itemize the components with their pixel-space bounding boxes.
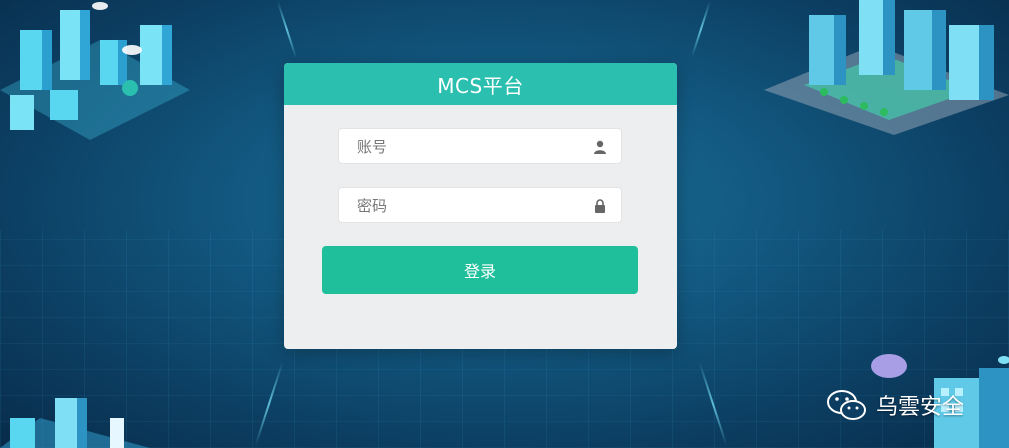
wechat-icon [827,390,866,420]
password-input[interactable] [355,188,589,224]
light-beam-left [276,1,298,59]
watermark-text: 乌雲安全 [876,395,965,420]
password-field[interactable] [338,187,622,224]
login-background: MCS平台 登录 乌雲安 [0,0,1009,448]
page-title: MCS平台 [437,73,524,98]
login-button-label: 登录 [463,262,496,281]
username-field[interactable] [338,128,622,165]
watermark: 乌雲安全 [826,388,964,422]
login-panel: MCS平台 登录 [284,63,677,349]
city-illustration-top-right [764,0,1009,135]
light-beam-right [691,1,711,57]
city-illustration-bottom-left [0,398,150,448]
user-icon [594,140,606,154]
username-input[interactable] [355,129,589,165]
lock-icon [595,199,605,213]
city-illustration-top-left [0,2,190,140]
login-button[interactable]: 登录 [322,246,638,294]
login-title-bar: MCS平台 [284,63,677,105]
